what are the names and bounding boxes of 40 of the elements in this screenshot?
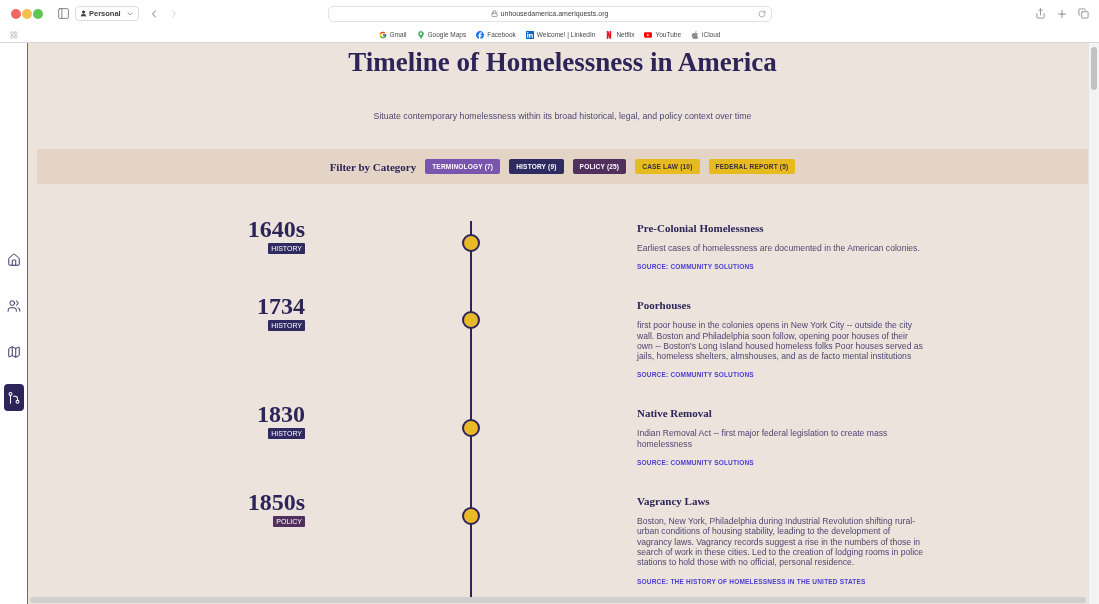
share-icon[interactable]: [1035, 8, 1046, 19]
linkedin-logo-icon: [525, 30, 534, 39]
grid-icon[interactable]: [10, 30, 18, 39]
event-year: 1734: [257, 294, 305, 319]
event-title: Native Removal: [637, 406, 713, 421]
page-subtitle: Situate contemporary homelessness within its broad historical, legal, and policy context over time: [372, 110, 753, 122]
event-year: 1850s: [247, 490, 305, 515]
page-title: Timeline of Homelessness in America: [347, 46, 778, 78]
netflix-logo-icon: [605, 30, 614, 39]
event-description: Earliest cases of homelessness are documented in the American colonies.: [637, 243, 921, 254]
filter-label: Filter by Category: [329, 159, 417, 174]
minimize-button[interactable]: [22, 8, 32, 19]
lock-icon: [490, 10, 498, 17]
youtube-logo-icon: [644, 30, 653, 39]
map-icon: [6, 344, 21, 359]
horizontal-scrollbar[interactable]: [30, 597, 1086, 603]
event-title: Vagrancy Laws: [637, 494, 711, 509]
sidebar-toggle-icon[interactable]: [57, 7, 70, 20]
event-description: first poor house in the colonies opens in New York City -- outside the city wall. Boston and Philadelphia soon follow, opening poor houses of their own -- Boston's Long Island housed homeless folks Poor houses served as jails, homeless shelters, almshouses, and as de facto mental institutions: [637, 320, 924, 362]
event-year: 1830: [257, 402, 305, 427]
g-logo-icon: [378, 30, 387, 39]
close-button[interactable]: [11, 8, 21, 19]
person-icon: [80, 10, 87, 17]
apple-logo-icon: [691, 30, 699, 39]
new-tab-icon[interactable]: [1056, 7, 1068, 20]
zoom-button[interactable]: [33, 8, 43, 19]
home-icon: [6, 252, 21, 267]
tabs-overview-icon[interactable]: [1078, 8, 1089, 19]
reload-icon[interactable]: [757, 9, 766, 18]
event-title: Pre-Colonial Homelessness: [637, 221, 765, 235]
event-description: Boston, New York, Philadelphia during Industrial Revolution shifting rural-urban conditions of housing stability, leading to the development of vagrancy laws. Vagrancy records suggest a rise in the numbers of those in search of work in these cities. Led to the creation of lodging rooms in police stations to hold those with no official, personal residence.: [637, 516, 925, 568]
people-icon: [6, 298, 21, 313]
event-title: Poorhouses: [637, 298, 692, 313]
map-pin-icon: [416, 30, 425, 39]
event-description: Indian Removal Act -- first major federal legislation to create mass homelessness: [637, 428, 889, 450]
branch-icon: [6, 390, 21, 405]
event-year: 1640s: [247, 217, 305, 241]
facebook-logo-icon: [476, 30, 485, 39]
sidebar-nav-button[interactable]: [3, 384, 24, 411]
scrollbar-thumb[interactable]: [1091, 47, 1097, 90]
